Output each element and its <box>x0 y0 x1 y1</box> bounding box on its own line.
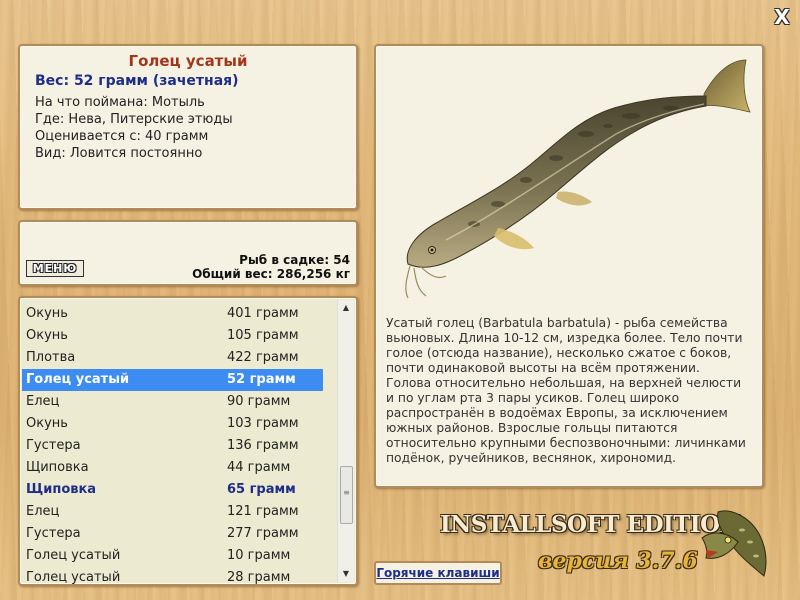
list-item[interactable]: Окунь 103 грамм <box>22 413 323 435</box>
version-label: версия 3.7.6 <box>538 548 698 574</box>
list-item-name: Щиповка <box>26 460 89 475</box>
fish-image <box>405 59 751 299</box>
caught-on: На что поймана: Мотыль <box>35 95 205 110</box>
list-item-weight: 52 грамм <box>227 372 296 387</box>
list-item[interactable]: Окунь 105 грамм <box>22 325 323 347</box>
list-item[interactable]: Густера 136 грамм <box>22 435 323 457</box>
list-item-name: Голец усатый <box>26 548 121 563</box>
list-item-weight: 121 грамм <box>227 504 299 519</box>
list-item-name: Окунь <box>26 328 68 343</box>
scrollbar-thumb[interactable]: ≡ <box>340 466 353 524</box>
fish-info-panel: Голец усатый Вес: 52 грамм (зачетная) На… <box>18 44 358 210</box>
pike-logo <box>701 510 767 577</box>
list-item-name: Густера <box>26 438 81 453</box>
list-item[interactable]: Окунь 401 грамм <box>22 303 323 325</box>
fish-kind: Вид: Ловится постоянно <box>35 146 203 161</box>
list-item-weight: 401 грамм <box>227 306 299 321</box>
list-item-name: Елец <box>26 394 60 409</box>
list-item[interactable]: Щиповка 44 грамм <box>22 457 323 479</box>
menu-button[interactable]: МЕНЮ <box>26 260 84 277</box>
scroll-up-icon[interactable]: ▲ <box>338 300 354 316</box>
edition-logo: INSTALLSOFT EDITION <box>440 511 741 538</box>
list-item-name: Плотва <box>26 350 76 365</box>
list-item[interactable]: Плотва 422 грамм <box>22 347 323 369</box>
list-item-weight: 44 грамм <box>227 460 291 475</box>
scroll-down-icon[interactable]: ▼ <box>338 566 354 582</box>
fish-description: Усатый голец (Barbatula barbatula) - рыб… <box>386 316 746 465</box>
total-weight: Общий вес: 286,256 кг <box>192 267 350 281</box>
list-item[interactable]: Голец усатый 52 грамм <box>22 369 323 391</box>
list-item-name: Густера <box>26 526 81 541</box>
close-button[interactable]: X <box>771 7 793 27</box>
list-item-name: Елец <box>26 504 60 519</box>
list-item-name: Голец усатый <box>26 570 121 585</box>
hotkeys-button[interactable]: Горячие клавиши <box>374 561 502 585</box>
catch-list[interactable]: Окунь 401 грамм Окунь 105 грамм Плотва 422 гр… <box>18 296 358 586</box>
stats-panel: МЕНЮ Рыб в садке: 54 Общий вес: 286,256 … <box>18 220 358 286</box>
list-item[interactable]: Елец 121 грамм <box>22 501 323 523</box>
list-item-weight: 28 грамм <box>227 570 291 585</box>
fish-name: Голец усатый <box>128 52 248 70</box>
fish-weight: Вес: 52 грамм (зачетная) <box>35 73 239 89</box>
list-item-name: Окунь <box>26 306 68 321</box>
list-item-weight: 422 грамм <box>227 350 299 365</box>
catch-location: Где: Нева, Питерские этюды <box>35 112 233 127</box>
list-item-weight: 10 грамм <box>227 548 291 563</box>
list-item-name: Голец усатый <box>26 372 130 387</box>
list-item-name: Щиповка <box>26 482 97 497</box>
list-item-name: Окунь <box>26 416 68 431</box>
list-item-weight: 90 грамм <box>227 394 291 409</box>
list-item-weight: 103 грамм <box>227 416 299 431</box>
list-item[interactable]: Щиповка 65 грамм <box>22 479 323 501</box>
scrollbar[interactable]: ▲ ≡ ▼ <box>337 300 354 582</box>
fish-picture-panel: Усатый голец (Barbatula barbatula) - рыб… <box>374 44 764 488</box>
fish-count: Рыб в садке: 54 <box>239 253 350 267</box>
list-item[interactable]: Голец усатый 10 грамм <box>22 545 323 567</box>
list-item[interactable]: Елец 90 грамм <box>22 391 323 413</box>
list-item-weight: 65 грамм <box>227 482 296 497</box>
list-item[interactable]: Густера 277 грамм <box>22 523 323 545</box>
list-item-weight: 105 грамм <box>227 328 299 343</box>
list-item-weight: 136 грамм <box>227 438 299 453</box>
list-item[interactable]: Голец усатый 28 грамм <box>22 567 323 585</box>
list-item-weight: 277 грамм <box>227 526 299 541</box>
rated-from: Оценивается с: 40 грамм <box>35 129 209 144</box>
